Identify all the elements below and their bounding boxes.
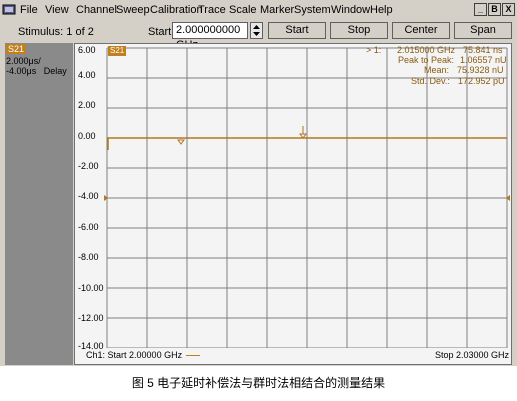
delay-plot[interactable]: [104, 43, 510, 348]
marker-id: > 1:: [366, 45, 382, 55]
start-label: Start: [148, 26, 172, 38]
trace-name-tag[interactable]: S21: [6, 44, 27, 54]
marker-triangle: [177, 139, 185, 145]
app-icon: [2, 4, 16, 15]
y-tick-label: 2.00: [78, 100, 96, 110]
stat-value: 172.952 pU: [458, 76, 505, 86]
network-analyzer-app: File View Channel Sweep Calibration Trac…: [0, 0, 517, 366]
stimulus-label: Stimulus: 1 of 2: [18, 26, 94, 38]
menu-calibration[interactable]: Calibration: [150, 4, 203, 16]
y-tick-label: -4.00: [78, 191, 99, 201]
restore-button[interactable]: B: [488, 3, 501, 16]
y-tick-label: -10.00: [78, 283, 104, 293]
y-tick-label: -12.00: [78, 313, 104, 323]
y-tick-label: 0.00: [78, 131, 96, 141]
scale-per-div: 2.000μs/: [6, 56, 41, 66]
menu-sweep[interactable]: Sweep: [116, 4, 150, 16]
x-stop-label: Stop 2.03000 GHz: [435, 350, 510, 360]
menu-bar: File View Channel Sweep Calibration Trac…: [0, 0, 517, 21]
menu-scale[interactable]: Scale: [229, 4, 257, 16]
stimulus-toolbar: Stimulus: 1 of 2 Start 2.000000000 GHz S…: [0, 20, 517, 51]
start-frequency-input[interactable]: 2.000000000 GHz: [172, 22, 248, 51]
figure-caption: 图 5 电子延时补偿法与群时法相结合的测量结果: [131, 376, 386, 390]
trace-legend-line: [186, 355, 200, 356]
menu-window[interactable]: Window: [331, 4, 370, 16]
menu-marker[interactable]: Marker: [260, 4, 294, 16]
menu-system[interactable]: System: [294, 4, 331, 16]
span-button[interactable]: Span: [454, 22, 512, 39]
sweep-start-status: Ch1: Start 2.00000 GHz: [86, 350, 182, 360]
y-tick-label: -6.00: [78, 222, 99, 232]
reference-value: -4.00μs: [6, 66, 37, 76]
frequency-spinner[interactable]: [250, 22, 263, 39]
menu-help[interactable]: Help: [370, 4, 393, 16]
window-controls: _ B X: [474, 3, 515, 16]
marker-frequency: 2.015000 GHz: [397, 45, 456, 55]
stat-value: 1.06557 nU: [460, 55, 507, 65]
start-button[interactable]: Start: [268, 22, 326, 39]
stop-button[interactable]: Stop: [330, 22, 388, 39]
menu-channel[interactable]: Channel: [76, 4, 117, 16]
trace-label-tag: S21: [108, 46, 127, 56]
y-tick-label: -2.00: [78, 161, 99, 171]
format-label: Delay: [43, 66, 67, 76]
minimize-button[interactable]: _: [474, 3, 487, 16]
marker-value: 75.841 ns: [463, 45, 503, 55]
x-start-label: Start 2.00000 GHz: [107, 350, 183, 360]
stat-label: Std. Dev.:: [411, 76, 450, 86]
spinner-arrows-icon: [253, 25, 260, 36]
stat-label: Peak to Peak:: [398, 55, 455, 65]
y-tick-label: 4.00: [78, 70, 96, 80]
y-tick-label: 6.00: [78, 45, 96, 55]
y-tick-label: -8.00: [78, 252, 99, 262]
stat-label: Mean:: [424, 65, 450, 75]
menu-file[interactable]: File: [20, 4, 38, 16]
scale-info: 2.000μs/ -4.00μs Delay: [6, 56, 67, 76]
channel-label: Ch1:: [86, 350, 106, 360]
close-button[interactable]: X: [502, 3, 515, 16]
menu-trace[interactable]: Trace: [198, 4, 226, 16]
center-button[interactable]: Center: [392, 22, 450, 39]
menu-view[interactable]: View: [45, 4, 69, 16]
trace-scale-panel[interactable]: [5, 43, 73, 365]
stat-value: 75.9328 nU: [457, 65, 504, 75]
